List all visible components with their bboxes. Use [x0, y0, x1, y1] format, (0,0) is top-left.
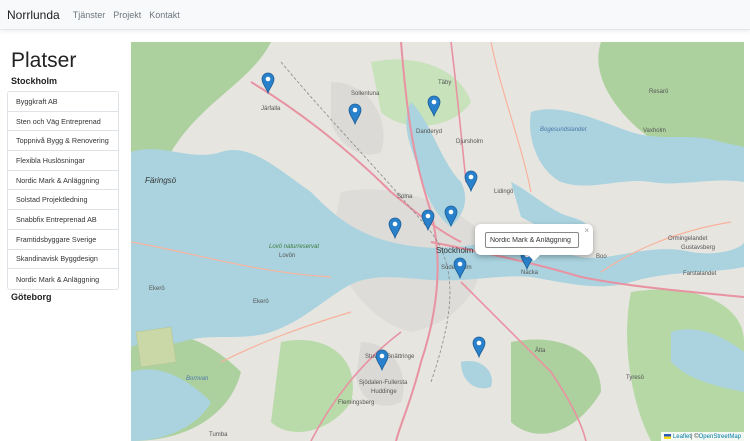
map-label-sollentuna: Sollentuna [351, 91, 380, 97]
list-item[interactable]: Flexibla Huslösningar [8, 151, 118, 171]
nav-link-projekt[interactable]: Projekt [113, 10, 141, 20]
map-label-sjodalen: Sjödalen-Fullersta [359, 380, 408, 386]
map-label-stuvsta: Stuvsta-Snättringe [365, 354, 415, 360]
map-label-lovon: Lovön [279, 253, 296, 259]
map-label-vaxholm: Vaxholm [643, 128, 666, 134]
map-label-danderyd: Danderyd [416, 129, 443, 135]
map-popup: × [475, 224, 593, 261]
popup-name-field[interactable] [485, 232, 579, 248]
list-item[interactable]: Nordic Mark & Anläggning [8, 171, 118, 191]
map-marker-icon[interactable] [427, 95, 441, 117]
popup-close-button[interactable]: × [584, 226, 589, 235]
ukraine-flag-icon [663, 434, 671, 439]
leaflet-link[interactable]: Leaflet [673, 434, 691, 440]
map-label-nacka: Nacka [521, 270, 539, 276]
map-label-resaro: Resarö [649, 89, 669, 95]
map-label-lovo-reserve: Lovö naturreservat [269, 244, 320, 250]
map-marker-icon[interactable] [261, 72, 275, 94]
map-marker-icon[interactable] [388, 217, 402, 239]
map-marker-icon[interactable] [348, 103, 362, 125]
list-item[interactable]: Snabbfix Entreprenad AB [8, 210, 118, 230]
nav-link-tjanster[interactable]: Tjänster [73, 10, 106, 20]
map-marker-icon[interactable] [444, 205, 458, 227]
nav-link-kontakt[interactable]: Kontakt [149, 10, 180, 20]
map-marker-icon[interactable] [375, 349, 389, 371]
map-label-djursholm: Djursholm [456, 139, 484, 145]
map-label-bogesund: Bogesundslandet [540, 127, 587, 133]
map-label-tumba: Tumba [209, 432, 228, 438]
sidebar: Platser Stockholm Byggkraft AB Sten och … [0, 42, 128, 441]
map-marker-icon[interactable] [453, 257, 467, 279]
section-heading-stockholm: Stockholm [11, 76, 58, 86]
list-item[interactable]: Skandinavisk Byggdesign [8, 250, 118, 270]
brand-logo[interactable]: Norrlunda [7, 8, 60, 22]
map-label-ormingelandet: Ormingelandet [668, 236, 708, 242]
map-label-lidingo: Lidingö [494, 189, 514, 195]
list-item[interactable]: Toppnivå Bygg & Renovering [8, 131, 118, 152]
list-item[interactable]: Nordic Mark & Anläggning [8, 269, 118, 289]
attribution-separator: | © [690, 433, 699, 440]
page-title: Platser [11, 49, 77, 72]
list-item[interactable]: Sten och Väg Entreprenad [8, 112, 118, 132]
map-label-huddinge: Huddinge [371, 389, 397, 395]
popup-tip [527, 254, 541, 261]
map-label-alta: Älta [535, 348, 546, 354]
location-list: Byggkraft AB Sten och Väg Entreprenad To… [7, 91, 119, 290]
map-label-taby: Täby [438, 80, 452, 86]
map-label-faringso: Färingsö [145, 176, 177, 185]
map-label-ekero-west: Ekerö [149, 286, 165, 292]
section-heading-goteborg[interactable]: Göteborg [11, 292, 52, 302]
navbar: Norrlunda Tjänster Projekt Kontakt [0, 0, 750, 30]
map-label-flemingsberg: Flemingsberg [338, 400, 375, 406]
osm-link[interactable]: OpenStreetMap [699, 434, 741, 440]
list-item[interactable]: Byggkraft AB [8, 92, 118, 112]
map-label-farstalandet: Farstalandet [683, 271, 717, 277]
map-label-bornvan: Bornvan [186, 376, 209, 382]
map-marker-icon[interactable] [464, 170, 478, 192]
map-label-stockholm: Stockholm [436, 246, 474, 255]
map-label-gustavsberg: Gustavsberg [681, 245, 716, 251]
map-marker-icon[interactable] [421, 209, 435, 231]
list-item[interactable]: Solstad Projektledning [8, 190, 118, 211]
map-label-jarfalla: Järfalla [261, 106, 281, 112]
map-marker-icon[interactable] [472, 336, 486, 358]
map-attribution: Leaflet | © OpenStreetMap [660, 432, 744, 441]
map-label-solna: Solna [397, 194, 413, 200]
map-label-tyreso: Tyresö [626, 375, 645, 381]
map[interactable]: Stockholm Järfalla Sollentuna Danderyd D… [131, 42, 744, 441]
list-item[interactable]: Framtidsbyggare Sverige [8, 230, 118, 250]
map-label-boo: Boo [596, 254, 607, 260]
map-label-ekero: Ekerö [253, 299, 269, 305]
